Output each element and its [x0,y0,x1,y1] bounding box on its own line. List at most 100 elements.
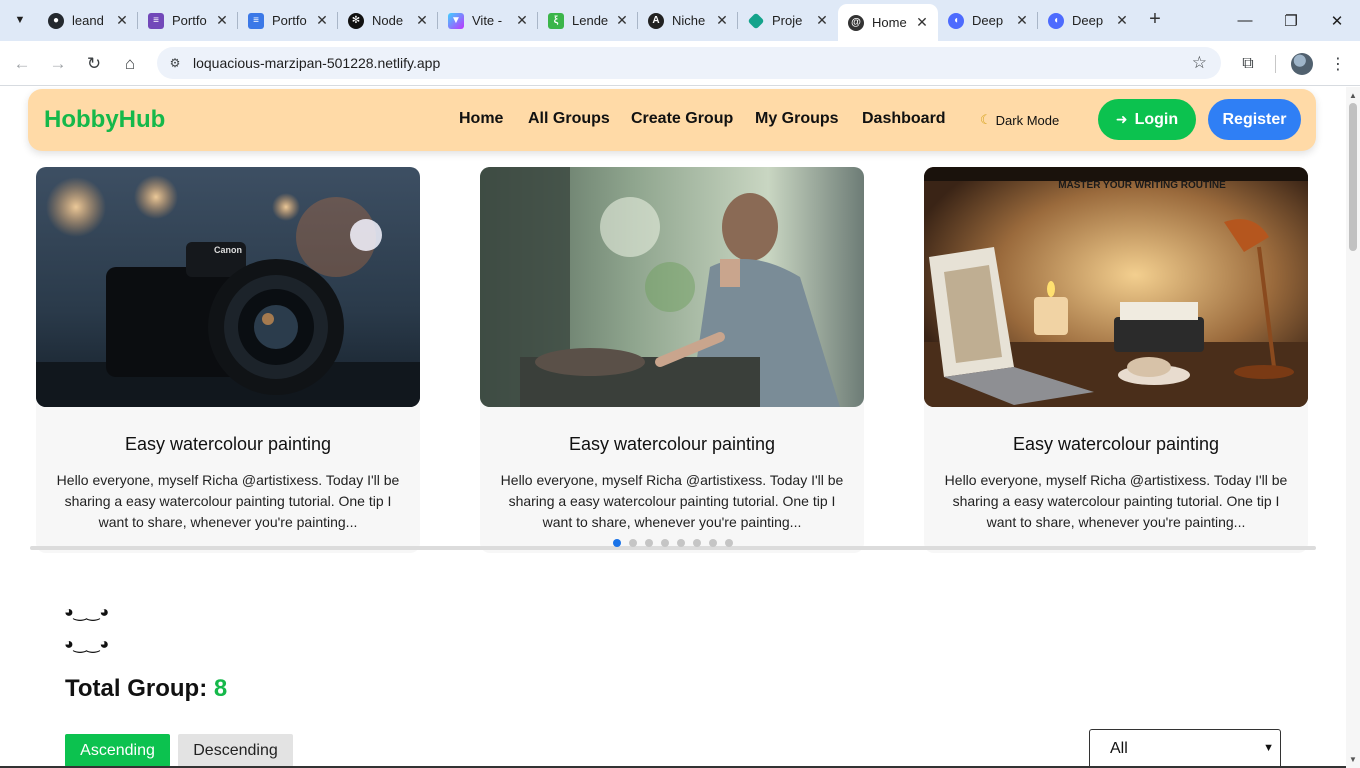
browser-tab[interactable]: Proje ✕ [738,6,838,35]
sort-ascending-button[interactable]: Ascending [65,734,170,767]
url-text[interactable]: loquacious-marzipan-501228.netlify.app [193,55,440,71]
scroll-up-icon[interactable]: ▲ [1349,91,1357,100]
reload-icon[interactable]: ↻ [81,51,107,77]
scroll-down-icon[interactable]: ▼ [1349,755,1357,764]
tab-title: Home [872,15,907,30]
carousel-dot[interactable] [645,539,653,547]
niche-icon: A [648,12,664,29]
close-icon[interactable]: ✕ [1014,12,1030,29]
dark-mode-toggle[interactable]: ☾ Dark Mode [980,112,1059,128]
close-icon[interactable]: ✕ [414,12,430,29]
close-icon[interactable]: ✕ [914,14,930,31]
carousel-card[interactable]: Canon Easy watercolour painting Hello ev… [36,167,420,553]
lendsqr-icon: ξ [548,12,564,29]
close-icon[interactable]: ✕ [1114,12,1130,29]
docs-icon: ≡ [248,12,264,29]
close-icon[interactable]: ✕ [114,12,130,29]
category-filter-select[interactable]: All ▼ [1089,729,1281,768]
tab-title: Deep [1072,13,1104,28]
site-settings-icon[interactable]: ⚙ [165,53,185,73]
back-arrow-icon[interactable]: ← [9,51,35,77]
writing-desk-photo: MASTER YOUR WRITING ROUTINE [924,167,1308,407]
browser-tab[interactable]: ◖ Deep ✕ [1038,6,1138,35]
close-icon[interactable]: ✕ [214,12,230,29]
site-icon: @ [848,14,864,31]
close-icon[interactable]: ✕ [814,12,830,29]
browser-tab[interactable]: ● leand ✕ [38,6,138,35]
carousel-pagination [613,539,741,547]
openai-icon: ✻ [348,12,364,29]
browser-tab[interactable]: ξ Lende ✕ [538,6,638,35]
restore-icon[interactable]: ❐ [1268,0,1314,41]
cooking-photo [480,167,864,407]
tab-title: Niche [672,13,706,28]
close-icon[interactable]: ✕ [314,12,330,29]
close-icon[interactable]: ✕ [514,12,530,29]
emote-text: ◕‿‿◕ [64,636,110,653]
scrollbar-thumb[interactable] [1349,103,1357,251]
tab-search-chevron-icon[interactable]: ▼ [8,8,32,32]
browser-tabstrip: ▼ ● leand ✕ ≡ Portfo ✕ ≡ Portfo ✕ ✻ Node… [0,0,1360,41]
browser-tab[interactable]: ≡ Portfo ✕ [238,6,338,35]
tab-title: Deep [972,13,1004,28]
tab-title: Portfo [172,13,207,28]
window-close-icon[interactable]: ✕ [1314,0,1360,41]
camera-photo: Canon [36,167,420,407]
minimize-icon[interactable]: — [1222,0,1268,41]
register-button[interactable]: Register [1208,99,1301,140]
login-arrow-icon: ➜ [1115,111,1128,127]
tab-title: Portfo [272,13,307,28]
card-description: Hello everyone, myself Richa @artistixes… [500,472,844,530]
browser-tab-active[interactable]: @ Home ✕ [838,4,938,41]
carousel-card[interactable]: MASTER YOUR WRITING ROUTINE Easy waterco… [924,167,1308,553]
new-tab-plus-icon[interactable]: + [1143,8,1167,32]
carousel-dot-active[interactable] [613,539,621,547]
card-title[interactable]: Easy watercolour painting [924,434,1308,455]
browser-tab[interactable]: A Niche ✕ [638,6,738,35]
home-icon[interactable]: ⌂ [117,51,143,77]
vite-icon: ▼ [448,12,464,29]
close-icon[interactable]: ✕ [714,12,730,29]
deepseek-icon: ◖ [1048,12,1064,29]
svg-text:Canon: Canon [214,245,242,255]
total-group-heading: Total Group: 8 [65,675,227,703]
bookmark-star-icon[interactable]: ☆ [1192,53,1207,73]
login-button[interactable]: ➜ Login [1098,99,1196,140]
carousel-card[interactable]: Easy watercolour painting Hello everyone… [480,167,864,553]
carousel-dot[interactable] [709,539,717,547]
tab-title: Lende [572,13,609,28]
total-group-count: 8 [213,675,228,702]
moon-icon: ☾ [980,112,992,127]
profile-avatar[interactable] [1291,53,1313,75]
carousel-dot[interactable] [661,539,669,547]
kebab-menu-icon[interactable]: ⋮ [1325,51,1351,77]
brand-logo[interactable]: HobbyHub [44,106,165,134]
page-scrollbar[interactable]: ▲ ▼ [1346,87,1360,768]
browser-toolbar: ← → ↻ ⌂ ⚙ loquacious-marzipan-501228.net… [0,41,1360,86]
sort-descending-button[interactable]: Descending [178,734,293,767]
browser-tab[interactable]: ◖ Deep ✕ [938,6,1038,35]
browser-tab[interactable]: ≡ Portfo ✕ [138,6,238,35]
group-carousel[interactable]: Canon Easy watercolour painting Hello ev… [30,163,1316,553]
browser-tab[interactable]: ▼ Vite - ✕ [438,6,538,35]
carousel-dot[interactable] [629,539,637,547]
carousel-dot[interactable] [677,539,685,547]
address-bar[interactable]: ⚙ loquacious-marzipan-501228.netlify.app… [157,47,1221,79]
nav-link-create-group[interactable]: Create Group [631,110,733,128]
card-description: Hello everyone, myself Richa @artistixes… [56,472,400,530]
close-icon[interactable]: ✕ [614,12,630,29]
nav-link-home[interactable]: Home [459,110,503,128]
tab-title: leand [72,13,104,28]
tab-title: Proje [772,13,803,28]
nav-link-dashboard[interactable]: Dashboard [862,110,946,128]
card-title[interactable]: Easy watercolour painting [36,434,420,455]
browser-tab[interactable]: ✻ Node ✕ [338,6,438,35]
extensions-puzzle-icon[interactable]: ⧉ [1235,51,1261,77]
carousel-dot[interactable] [725,539,733,547]
site-navbar: HobbyHub Home All Groups Create Group My… [28,89,1316,151]
carousel-dot[interactable] [693,539,701,547]
card-title[interactable]: Easy watercolour painting [480,434,864,455]
nav-link-my-groups[interactable]: My Groups [755,110,839,128]
nav-link-all-groups[interactable]: All Groups [528,110,610,128]
forward-arrow-icon[interactable]: → [45,51,71,77]
